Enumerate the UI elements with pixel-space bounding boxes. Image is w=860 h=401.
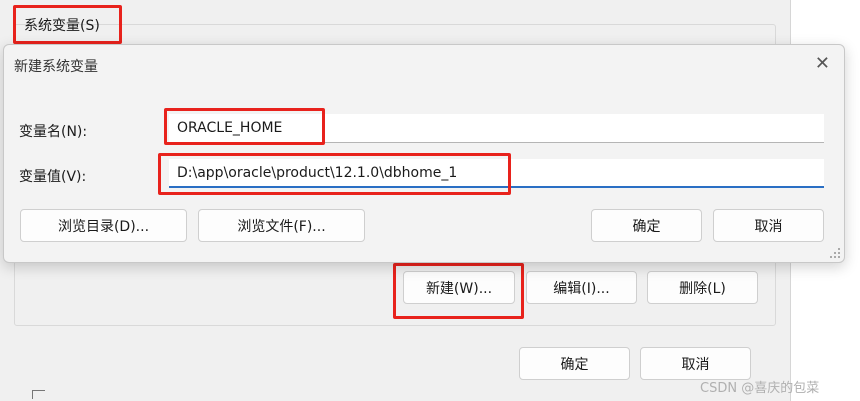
delete-variable-button[interactable]: 删除(L) (647, 271, 758, 304)
edit-variable-button[interactable]: 编辑(I)... (526, 271, 637, 304)
close-icon[interactable]: ✕ (815, 53, 830, 74)
new-system-variable-dialog: 新建系统变量 ✕ 变量名(N): ORACLE_HOME 变量值(V): D:\… (3, 44, 845, 263)
variable-name-label: 变量名(N): (19, 124, 88, 140)
variable-value-input[interactable]: D:\app\oracle\product\12.1.0\dbhome_1 (169, 159, 824, 188)
browse-file-button[interactable]: 浏览文件(F)... (198, 209, 365, 242)
list-item-stub (32, 390, 45, 399)
system-variables-label: 系统变量(S) (24, 18, 100, 34)
new-variable-button[interactable]: 新建(W)... (403, 271, 515, 304)
variable-value-label: 变量值(V): (19, 169, 87, 185)
variable-name-input[interactable]: ORACLE_HOME (169, 114, 824, 143)
resize-grip-icon[interactable] (830, 248, 840, 258)
dialog-cancel-button[interactable]: 取消 (713, 209, 824, 242)
browse-directory-button[interactable]: 浏览目录(D)... (20, 209, 187, 242)
watermark: CSDN @喜庆的包菜 (700, 381, 820, 396)
dialog-ok-button[interactable]: 确定 (591, 209, 702, 242)
env-cancel-button[interactable]: 取消 (640, 347, 751, 380)
env-ok-button[interactable]: 确定 (519, 347, 630, 380)
dialog-title: 新建系统变量 (14, 59, 98, 75)
